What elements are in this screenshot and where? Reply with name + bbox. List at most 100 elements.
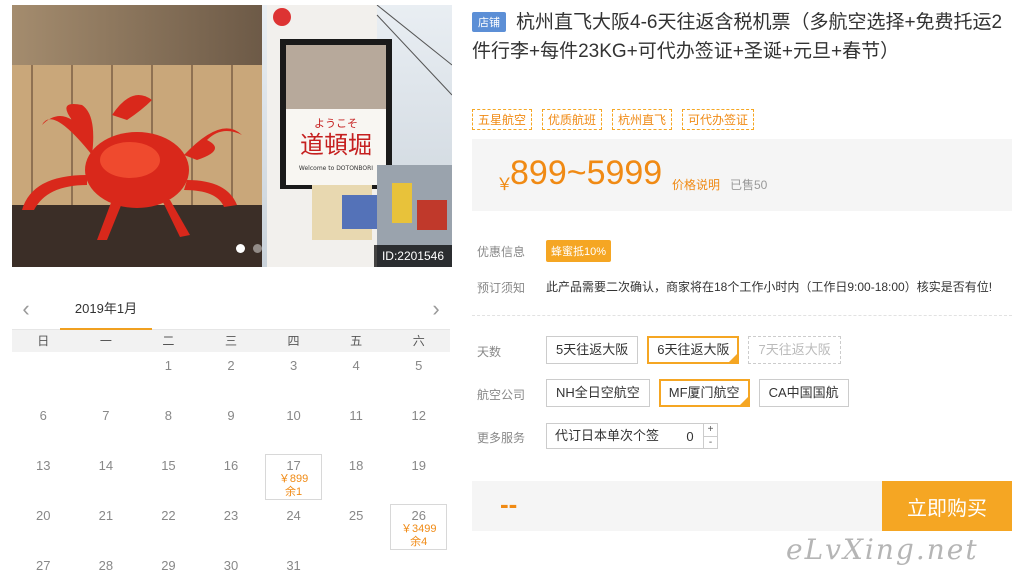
product-title: 杭州直飞大阪4-6天往返含税机票（多航空选择+免费托运2件行李+每件23KG+可…: [472, 12, 1003, 62]
weekday-label: 三: [224, 334, 237, 348]
day-number: 1: [164, 358, 173, 373]
calendar-day-content: 1: [137, 352, 200, 402]
booking-notice: 此产品需要二次确认，商家将在18个工作小时内（工作日9:00-18:00）核实是…: [546, 280, 993, 294]
day-number: 17: [286, 458, 301, 473]
total-price: --: [500, 489, 518, 519]
calendar-day-content: 22: [137, 502, 200, 552]
days-option-button: 7天往返大阪: [748, 336, 841, 364]
service-quantity-input[interactable]: [677, 424, 703, 448]
calendar-day-content: 5: [387, 352, 450, 402]
calendar-day[interactable]: 12: [387, 402, 450, 452]
slide-indicator: [236, 244, 262, 253]
date-calendar: ‹ 2019年1月 › 日一二三四五六 1 2 3 4 5 6 7 8 9 10 11 12 13 14 1…: [12, 292, 450, 584]
quantity-stepper: + -: [703, 424, 717, 448]
calendar-day[interactable]: 28: [75, 552, 138, 584]
calendar-day-content: 18: [325, 452, 388, 502]
airline-options: NH全日空航空 MF厦门航空 CA中国国航: [546, 379, 849, 407]
calendar-day-content: 24: [262, 502, 325, 552]
day-number: 24: [286, 508, 301, 523]
shop-badge[interactable]: 店铺: [472, 12, 506, 32]
calendar-day-content: [12, 352, 75, 402]
purchase-bar: -- 立即购买: [472, 481, 1012, 531]
calendar-day[interactable]: 24: [262, 502, 325, 552]
buy-now-button[interactable]: 立即购买: [882, 481, 1012, 531]
feature-tags: 五星航空 优质航班 杭州直飞 可代办签证: [472, 109, 755, 130]
calendar-day-content: 14: [75, 452, 138, 502]
service-name[interactable]: 代订日本单次个签: [547, 424, 677, 448]
feature-tag: 五星航空: [472, 109, 533, 130]
price-note-link[interactable]: 价格说明: [672, 176, 720, 193]
calendar-day[interactable]: 31: [262, 552, 325, 584]
plus-icon[interactable]: +: [704, 424, 717, 436]
calendar-day[interactable]: 30: [200, 552, 263, 584]
chevron-right-icon[interactable]: ›: [426, 298, 446, 320]
notice-label: 预订须知: [477, 281, 526, 295]
days-option-button[interactable]: 5天往返大阪: [546, 336, 639, 364]
airline-option-button[interactable]: NH全日空航空: [546, 379, 650, 407]
calendar-day[interactable]: 27: [12, 552, 75, 584]
slide-dot[interactable]: [236, 244, 245, 253]
calendar-day[interactable]: 3: [262, 352, 325, 402]
weekday-label: 一: [99, 334, 112, 348]
calendar-day-content: [325, 552, 388, 584]
product-photo[interactable]: ようこそ 道頓堀 Welcome to DOTONBORI ID:2201546: [12, 5, 452, 267]
calendar-day[interactable]: 8: [137, 402, 200, 452]
sign-text-sub: Welcome to DOTONBORI: [299, 165, 373, 172]
calendar-day[interactable]: 1: [137, 352, 200, 402]
calendar-day[interactable]: 14: [75, 452, 138, 502]
calendar-day[interactable]: 13: [12, 452, 75, 502]
day-price: ￥3499: [400, 523, 437, 535]
calendar-header: ‹ 2019年1月 ›: [12, 292, 450, 330]
calendar-day[interactable]: 7: [75, 402, 138, 452]
day-number: 26: [411, 508, 426, 523]
calendar-day[interactable]: 5: [387, 352, 450, 402]
calendar-day[interactable]: 18: [325, 452, 388, 502]
section-divider: [472, 315, 1012, 316]
airline-option-button[interactable]: MF厦门航空: [658, 379, 750, 407]
calendar-day[interactable]: 15: [137, 452, 200, 502]
calendar-day-content: 26 ￥3499 余4: [390, 504, 447, 550]
minus-icon[interactable]: -: [704, 435, 717, 449]
calendar-day[interactable]: 4: [325, 352, 388, 402]
day-number: 4: [352, 358, 360, 373]
calendar-day: [325, 552, 388, 584]
day-number: 11: [349, 408, 363, 423]
calendar-day[interactable]: 29: [137, 552, 200, 584]
calendar-day-available[interactable]: 26 ￥3499 余4: [387, 502, 450, 552]
calendar-day-content: 8: [137, 402, 200, 452]
calendar-day[interactable]: 6: [12, 402, 75, 452]
calendar-day[interactable]: 25: [325, 502, 388, 552]
calendar-day[interactable]: 21: [75, 502, 138, 552]
calendar-day-content: 6: [12, 402, 75, 452]
slide-dot[interactable]: [253, 244, 262, 253]
calendar-day-content: 11: [325, 402, 388, 452]
calendar-day-available[interactable]: 17 ￥899 余1: [262, 452, 325, 502]
days-option-button[interactable]: 6天往返大阪: [647, 336, 740, 364]
feature-tag: 杭州直飞: [612, 109, 673, 130]
day-number: 16: [223, 458, 239, 473]
airline-option-button[interactable]: CA中国国航: [758, 379, 849, 407]
day-number: 14: [98, 458, 114, 473]
discount-label: 优惠信息: [477, 245, 526, 259]
calendar-month-tab[interactable]: 2019年1月: [60, 292, 152, 330]
calendar-day[interactable]: 10: [262, 402, 325, 452]
day-number: 6: [39, 408, 47, 423]
calendar-day[interactable]: 16: [200, 452, 263, 502]
calendar-day-content: [387, 552, 450, 584]
chevron-left-icon[interactable]: ‹: [16, 298, 36, 320]
calendar-day[interactable]: 22: [137, 502, 200, 552]
calendar-day-content: 7: [75, 402, 138, 452]
calendar-day-content: 19: [387, 452, 450, 502]
calendar-day-content: 31: [262, 552, 325, 584]
calendar-day[interactable]: 20: [12, 502, 75, 552]
calendar-day[interactable]: 19: [387, 452, 450, 502]
calendar-day-content: 15: [137, 452, 200, 502]
weekday-label: 日: [37, 334, 50, 348]
calendar-day[interactable]: 2: [200, 352, 263, 402]
calendar-day-content: 2: [200, 352, 263, 402]
calendar-day[interactable]: 23: [200, 502, 263, 552]
calendar-day[interactable]: 9: [200, 402, 263, 452]
calendar-day-content: 20: [12, 502, 75, 552]
day-number: 21: [98, 508, 114, 523]
calendar-day[interactable]: 11: [325, 402, 388, 452]
